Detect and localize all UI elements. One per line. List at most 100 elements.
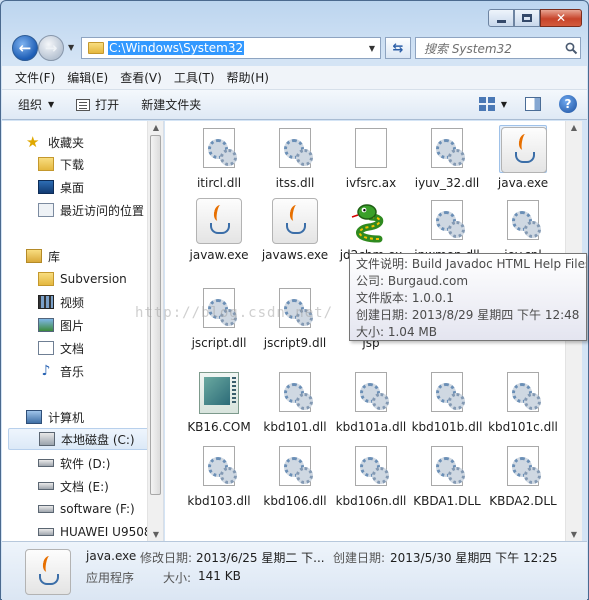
file-item[interactable]: kbd106.dll [257, 443, 333, 509]
nav-libraries[interactable]: 库 [26, 245, 60, 267]
nav-videos[interactable]: 视频 [38, 291, 84, 313]
menu-tools[interactable]: 工具(T) [169, 69, 220, 86]
open-button[interactable]: 打开 [76, 96, 119, 113]
computer-icon [26, 410, 42, 424]
file-item[interactable]: kbd101b.dll [409, 369, 485, 435]
file-item[interactable]: javaw.exe [181, 197, 257, 263]
file-name: kbd101.dll [263, 420, 327, 434]
nav-documents[interactable]: 文档 [38, 337, 84, 359]
maximize-button[interactable] [514, 9, 540, 27]
scroll-thumb[interactable] [150, 135, 161, 495]
address-bar[interactable]: C:\Windows\System32 ▼ [81, 37, 381, 59]
nav-drive-c-label: 本地磁盘 (C:) [61, 432, 135, 447]
search-box[interactable]: 搜索 System32 [415, 37, 581, 59]
address-dropdown-icon[interactable]: ▼ [364, 44, 380, 53]
nav-recent[interactable]: 最近访问的位置 [38, 199, 144, 221]
dll-file-icon [499, 443, 547, 491]
search-icon[interactable] [562, 42, 580, 55]
file-item[interactable]: ivfsrc.ax [333, 125, 409, 191]
file-item[interactable]: java.exe [485, 125, 561, 191]
file-item[interactable]: jscript.dll [181, 285, 257, 351]
file-item[interactable]: itss.dll [257, 125, 333, 191]
command-program-icon [195, 369, 243, 417]
back-button[interactable]: ← [12, 35, 38, 61]
scroll-down-icon[interactable]: ▼ [148, 530, 163, 539]
file-name: javaws.exe [261, 248, 329, 262]
dll-file-icon [423, 197, 471, 245]
file-item[interactable]: kbd101c.dll [485, 369, 561, 435]
file-name: kbd103.dll [187, 494, 251, 508]
organize-button[interactable]: 组织 ▼ [18, 96, 54, 113]
nav-pictures[interactable]: 图片 [38, 314, 84, 336]
nav-downloads[interactable]: 下载 [38, 153, 84, 175]
command-bar-right: ▼ ? [478, 95, 577, 113]
nav-drive-f[interactable]: software (F:) [38, 498, 135, 520]
preview-pane-icon[interactable] [525, 97, 541, 111]
help-icon[interactable]: ? [559, 95, 577, 113]
close-icon: ✕ [555, 11, 567, 25]
details-created-value: 2013/5/30 星期四 下午 12:25 [390, 551, 558, 565]
library-icon [26, 249, 42, 263]
nav-drive-c[interactable]: 本地磁盘 (C:) [8, 428, 150, 450]
view-dropdown-icon[interactable]: ▼ [501, 100, 507, 109]
nav-computer[interactable]: 计算机 [26, 406, 84, 428]
nav-drive-huawei[interactable]: HUAWEI U9508 [38, 521, 151, 541]
dll-file-icon [195, 125, 243, 173]
file-item[interactable]: iyuv_32.dll [409, 125, 485, 191]
forward-button[interactable]: → [38, 35, 64, 61]
address-text[interactable]: C:\Windows\System32 [108, 41, 245, 55]
recent-pages-dropdown-icon[interactable]: ▼ [68, 43, 74, 52]
file-item[interactable]: itircl.dll [181, 125, 257, 191]
scroll-up-icon[interactable]: ▲ [566, 123, 582, 132]
nav-desktop[interactable]: 桌面 [38, 176, 84, 198]
refresh-icon: ⇆ [392, 40, 404, 56]
nav-libraries-label: 库 [48, 249, 61, 264]
refresh-button[interactable]: ⇆ [385, 37, 411, 59]
organize-label: 组织 [18, 98, 43, 112]
nav-favorites-label: 收藏夹 [48, 135, 85, 150]
search-placeholder[interactable]: 搜索 System32 [416, 40, 562, 57]
minimize-button[interactable] [488, 9, 514, 27]
chevron-down-icon: ▼ [48, 100, 55, 109]
close-button[interactable]: ✕ [540, 9, 582, 27]
file-item[interactable]: kbd101a.dll [333, 369, 409, 435]
menu-view[interactable]: 查看(V) [115, 69, 167, 86]
nav-drive-d[interactable]: 软件 (D:) [38, 452, 110, 474]
dll-file-icon [347, 443, 395, 491]
open-icon [76, 98, 91, 111]
file-item[interactable]: javaws.exe [257, 197, 333, 263]
file-item[interactable]: KBDA2.DLL [485, 443, 561, 509]
dll-file-icon [423, 369, 471, 417]
menu-edit[interactable]: 编辑(E) [62, 69, 113, 86]
file-item[interactable]: kbd103.dll [181, 443, 257, 509]
file-item[interactable]: kbd101.dll [257, 369, 333, 435]
change-view-icon[interactable] [478, 97, 495, 111]
file-item[interactable]: jscript9.dll [257, 285, 333, 351]
new-folder-button[interactable]: 新建文件夹 [141, 96, 201, 113]
nav-recent-label: 最近访问的位置 [60, 203, 145, 218]
file-item[interactable]: KBDA1.DLL [409, 443, 485, 509]
scroll-up-icon[interactable]: ▲ [148, 123, 163, 132]
drive-icon [38, 459, 54, 467]
nav-drive-e[interactable]: 文档 (E:) [38, 475, 109, 497]
menu-help[interactable]: 帮助(H) [222, 69, 274, 86]
file-item[interactable]: KB16.COM [181, 369, 257, 435]
java-icon [499, 125, 547, 173]
subversion-folder-icon [38, 272, 54, 286]
details-size-label: 大小: [163, 571, 192, 585]
scroll-down-icon[interactable]: ▼ [566, 530, 582, 539]
nav-favorites[interactable]: ★ 收藏夹 [26, 131, 84, 153]
nav-subversion[interactable]: Subversion [38, 268, 127, 290]
file-item[interactable]: kbd106n.dll [333, 443, 409, 509]
file-name: jscript.dll [191, 336, 247, 350]
drive-icon [38, 528, 54, 536]
dll-file-icon [423, 443, 471, 491]
nav-music[interactable]: ♪ 音乐 [38, 360, 84, 382]
navigation-bar: ← → ▼ C:\Windows\System32 ▼ ⇆ 搜索 System3… [9, 33, 581, 63]
file-name: kbd101c.dll [488, 420, 558, 434]
details-size-value: 141 KB [198, 569, 241, 583]
menu-file[interactable]: 文件(F) [10, 69, 60, 86]
dll-file-icon [195, 285, 243, 333]
navigation-scrollbar[interactable]: ▲ ▼ [147, 121, 163, 541]
nav-computer-label: 计算机 [48, 410, 85, 425]
